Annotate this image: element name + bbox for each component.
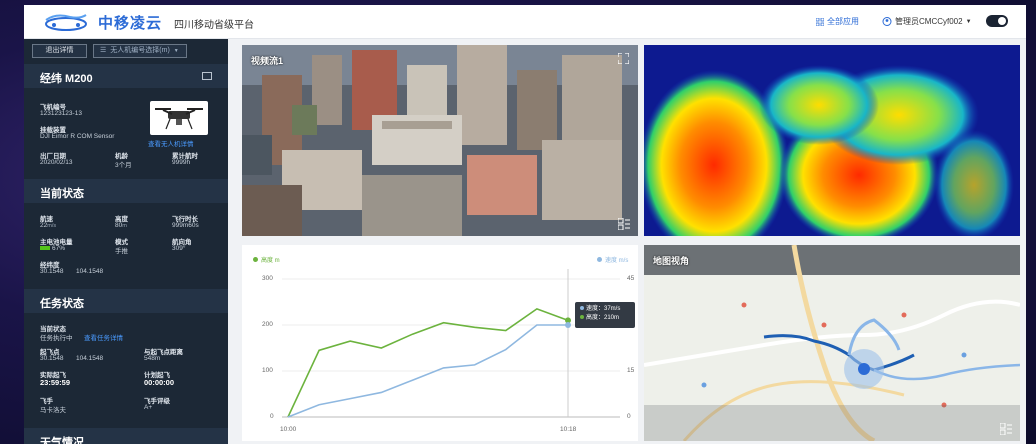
view-task-detail-link[interactable]: 查看任务详情 <box>84 332 123 342</box>
all-apps-link[interactable]: 全部应用 <box>816 16 859 27</box>
age-value: 3个月 <box>115 162 132 169</box>
flight-chart-panel: 高度 m 速度 m/s 300 200 100 0 45 30 15 0 10:… <box>242 245 638 441</box>
drone-model-title: 经纬 M200 <box>40 73 93 85</box>
map-view-panel[interactable]: 地图视角 <box>644 245 1020 441</box>
status-section-header: 当前状态 <box>24 179 228 203</box>
map-view-title: 地图视角 <box>653 256 690 266</box>
list-view-icon[interactable] <box>202 72 212 80</box>
tooltip-speed-marker <box>580 306 584 311</box>
map-image <box>644 245 1020 441</box>
status-title: 当前状态 <box>40 188 84 200</box>
heading-value: 309° <box>172 245 186 252</box>
task-title: 任务状态 <box>40 298 84 310</box>
layout-grid-icon[interactable] <box>1000 423 1012 435</box>
weather-section-header: 天气情况 <box>24 428 228 444</box>
drone-section-header: 经纬 M200 <box>24 64 228 88</box>
chevron-down-icon: ▼ <box>173 48 179 54</box>
battery-icon <box>40 246 50 251</box>
task-state-value: 任务执行中 <box>40 335 73 342</box>
layout-grid-icon[interactable] <box>618 218 630 230</box>
video-stream-title: 视频流1 <box>251 56 284 66</box>
sidebar: 退出详情 ☰ 无人机编号选择(m) ▼ 经纬 M200 飞机编号 1231231… <box>24 39 228 444</box>
task-section-header: 任务状态 <box>24 289 228 313</box>
app-frame: 中移凌云 四川移动省级平台 全部应用 管理员CMCCyf002 ▼ 退出详情 ☰… <box>24 5 1026 444</box>
serial-value: 123123123-13 <box>40 110 82 117</box>
chart-tooltip: 速度：37m/s 高度：210m <box>575 302 635 328</box>
coord-lat: 104.1548 <box>76 268 104 275</box>
view-drone-detail-link[interactable]: 查看无人机详情 <box>148 138 194 148</box>
pilot-value: 马卡洛夫 <box>40 407 66 414</box>
video-stream-panel[interactable]: 视频流1 <box>242 45 638 236</box>
pilot-rating-value: A+ <box>144 404 153 411</box>
apps-grid-icon <box>816 17 824 26</box>
drone-logo-icon <box>45 14 87 31</box>
heatmap-panel[interactable] <box>644 45 1020 236</box>
speed-value: 22m/s <box>40 222 57 229</box>
drone-icon <box>155 108 203 130</box>
drone-select-placeholder: 无人机编号选择(m) <box>110 47 170 54</box>
chevron-down-icon: ▼ <box>965 18 972 25</box>
mount-value: DJI Eimor R COM Sensor <box>40 133 115 140</box>
drone-image <box>150 101 208 135</box>
coord-lon: 30.1548 <box>40 268 64 275</box>
mode-value: 手推 <box>115 248 128 255</box>
all-apps-label: 全部应用 <box>827 17 859 26</box>
fullscreen-icon[interactable] <box>618 53 629 64</box>
user-name: 管理员CMCCyf002 <box>895 17 963 26</box>
heatmap-image <box>644 45 1020 236</box>
tooltip-speed-row: 速度：37m/s <box>580 305 630 314</box>
platform-name: 四川移动省级平台 <box>174 20 254 31</box>
list-icon: ☰ <box>100 47 107 54</box>
drone-select[interactable]: ☰ 无人机编号选择(m) ▼ <box>93 44 187 58</box>
date-value: 2020/02/13 <box>40 159 73 166</box>
avatar-icon <box>882 17 892 26</box>
speed-point <box>565 322 571 328</box>
brand-name: 中移凌云 <box>98 15 163 32</box>
start-lon: 30.1548 <box>40 355 64 362</box>
tooltip-altitude-row: 高度：210m <box>580 314 630 323</box>
battery-value: 67% <box>40 245 65 252</box>
user-menu[interactable]: 管理员CMCCyf002 ▼ <box>882 16 972 27</box>
planned-takeoff-value: 00:00:00 <box>144 378 175 387</box>
line-chart <box>282 269 620 418</box>
top-bar: 中移凌云 四川移动省级平台 全部应用 管理员CMCCyf002 ▼ <box>24 5 1026 39</box>
tooltip-altitude-marker <box>580 315 584 320</box>
actual-takeoff-value: 23:59:59 <box>40 378 71 387</box>
altitude-value: 80m <box>115 222 127 229</box>
hours-value: 9999h <box>172 159 191 166</box>
theme-toggle[interactable] <box>986 15 1008 27</box>
city-aerial-image <box>242 45 638 236</box>
toggle-knob <box>998 17 1006 25</box>
weather-title: 天气情况 <box>40 437 84 444</box>
distance-value: 548m <box>144 355 161 362</box>
flight-time-value: 999m60s <box>172 222 199 229</box>
exit-detail-button[interactable]: 退出详情 <box>32 44 87 58</box>
start-lat: 104.1548 <box>76 355 104 362</box>
